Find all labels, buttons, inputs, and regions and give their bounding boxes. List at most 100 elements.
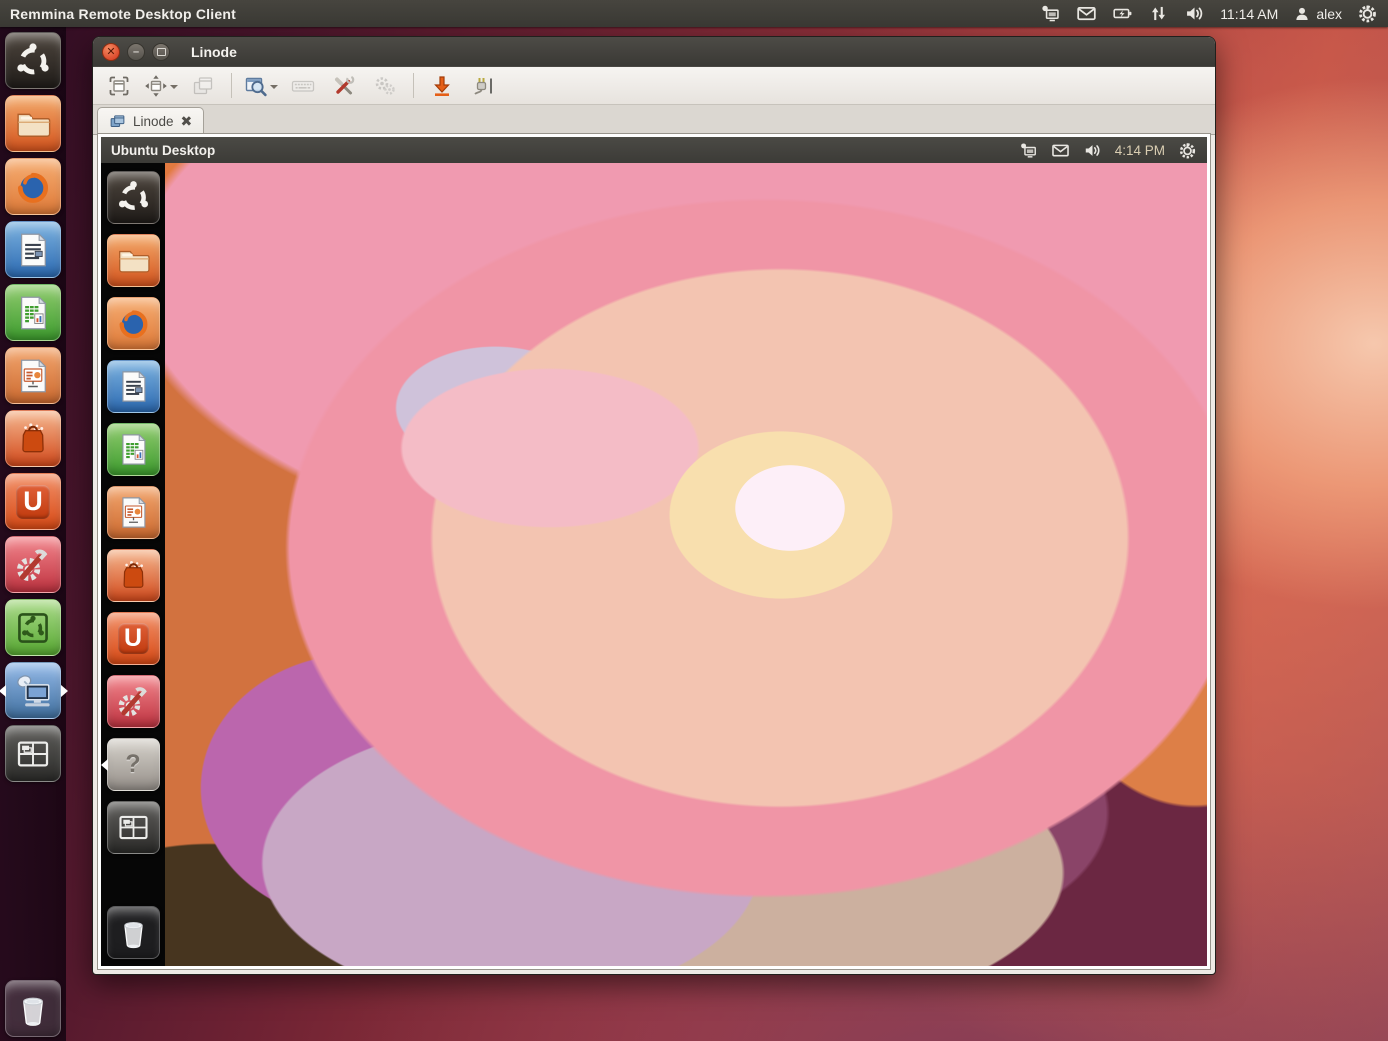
user-menu[interactable]: alex [1293,5,1342,23]
app-icon [12,544,54,586]
trash-icon [12,988,54,1030]
toolbar-button-disconnect[interactable] [464,71,502,101]
remote-launcher-item-files[interactable] [107,234,160,287]
window-close-button[interactable]: ✕ [102,43,120,61]
toolbar-button-grab-keyboard[interactable] [284,71,322,101]
app-icon [12,292,54,334]
remote-launcher: U ? [101,163,165,966]
running-arrow-icon [101,759,108,771]
tray-icon-volume[interactable] [1184,3,1205,24]
app-icon [114,430,153,469]
username: alex [1316,6,1342,22]
launcher-item-firefox[interactable] [5,158,61,215]
remote-launcher-item-dash[interactable] [107,171,160,224]
toolbar-button-preferences[interactable] [366,71,404,101]
toolbar-icon [107,74,131,98]
launcher-item-writer[interactable] [5,221,61,278]
remote-launcher-item-writer[interactable] [107,360,160,413]
app-glyph: U [16,485,50,519]
toolbar-button-fullscreen[interactable] [100,71,138,101]
window-maximize-button[interactable] [152,43,170,61]
host-launcher: U [0,27,66,1041]
remote-clock[interactable]: 4:14 PM [1115,143,1165,158]
host-app-title: Remmina Remote Desktop Client [10,6,236,22]
launcher-item-files[interactable] [5,95,61,152]
tray-icon-mail[interactable] [1076,3,1097,24]
remote-desktop-wallpaper[interactable] [165,163,1207,966]
app-icon [114,808,153,847]
remote-launcher-item-software-center[interactable] [107,549,160,602]
trash-icon [114,913,153,952]
launcher-item-settings[interactable] [5,536,61,593]
remote-tray-icon-remote-desktop[interactable] [1019,141,1038,160]
launcher-item-calc[interactable] [5,284,61,341]
toolbar-icon [373,74,397,98]
remmina-window: ✕ – Linode [92,36,1216,975]
app-icon [12,40,54,82]
app-icon [12,607,54,649]
app-icon [114,304,153,343]
launcher-item-software-center[interactable] [5,410,61,467]
tab-close-button[interactable]: ✖ [181,114,193,128]
tray-icon-battery[interactable] [1112,3,1133,24]
app-icon [114,178,153,217]
remote-tray-icon-mail[interactable] [1051,141,1070,160]
app-glyph: ? [125,752,140,777]
toolbar-button-switch-page[interactable] [184,71,222,101]
remote-session-cog-icon[interactable] [1178,141,1197,160]
toolbar-button-minimize-window[interactable] [423,71,461,101]
toolbar-button-tools[interactable] [325,71,363,101]
remote-launcher-item-impress[interactable] [107,486,160,539]
window-toolbar [93,67,1215,105]
launcher-item-updater[interactable] [5,599,61,656]
remote-launcher-item-settings[interactable] [107,675,160,728]
remote-screen[interactable]: Ubuntu Desktop 4:14 PM [101,137,1207,966]
dropdown-arrow-icon [170,85,178,93]
app-icon [12,418,54,460]
launcher-item-impress[interactable] [5,347,61,404]
app-icon [12,670,54,712]
tray-icon-network-traffic[interactable] [1148,3,1169,24]
launcher-item-dash[interactable] [5,32,61,89]
host-top-panel: Remmina Remote Desktop Client 11:14 AM a… [0,0,1388,27]
tray-icon-remote-desktop[interactable] [1040,3,1061,24]
toolbar-button-scaled-mode[interactable] [241,71,281,101]
remote-launcher-item-workspace[interactable] [107,801,160,854]
window-titlebar[interactable]: ✕ – Linode [93,37,1215,67]
user-icon [1293,5,1311,23]
tab-label: Linode [133,114,174,129]
remote-top-panel: Ubuntu Desktop 4:14 PM [101,137,1207,163]
remote-launcher-item-firefox[interactable] [107,297,160,350]
tab-icon [109,113,126,130]
tab-bar: Linode ✖ [93,105,1215,135]
host-clock[interactable]: 11:14 AM [1220,6,1278,22]
app-icon [114,241,153,280]
window-title: Linode [191,44,237,60]
app-icon [12,229,54,271]
host-trash[interactable] [5,980,61,1037]
window-minimize-button[interactable]: – [127,43,145,61]
host-tray-area: 11:14 AM alex [1040,3,1378,24]
remote-panel-title: Ubuntu Desktop [111,143,215,158]
app-icon [114,682,153,721]
remote-launcher-item-calc[interactable] [107,423,160,476]
launcher-item-workspace[interactable] [5,725,61,782]
app-icon [114,367,153,406]
session-cog-icon[interactable] [1357,3,1378,24]
focused-arrow-icon [61,685,68,697]
launcher-item-ubuntu-one[interactable]: U [5,473,61,530]
remote-launcher-item-unknown[interactable]: ? [107,738,160,791]
tab-linode[interactable]: Linode ✖ [97,107,204,135]
toolbar-button-fit-window[interactable] [141,71,181,101]
remote-launcher-item-ubuntu-one[interactable]: U [107,612,160,665]
toolbar-icon [144,74,168,98]
toolbar-icon [191,74,215,98]
remote-tray-icon-volume[interactable] [1083,141,1102,160]
remote-trash[interactable] [107,906,160,959]
remote-viewport[interactable]: Ubuntu Desktop 4:14 PM [97,133,1211,970]
app-icon [12,103,54,145]
app-icon [12,166,54,208]
app-icon [12,733,54,775]
launcher-item-remmina[interactable] [5,662,61,719]
maximize-icon [157,48,166,56]
